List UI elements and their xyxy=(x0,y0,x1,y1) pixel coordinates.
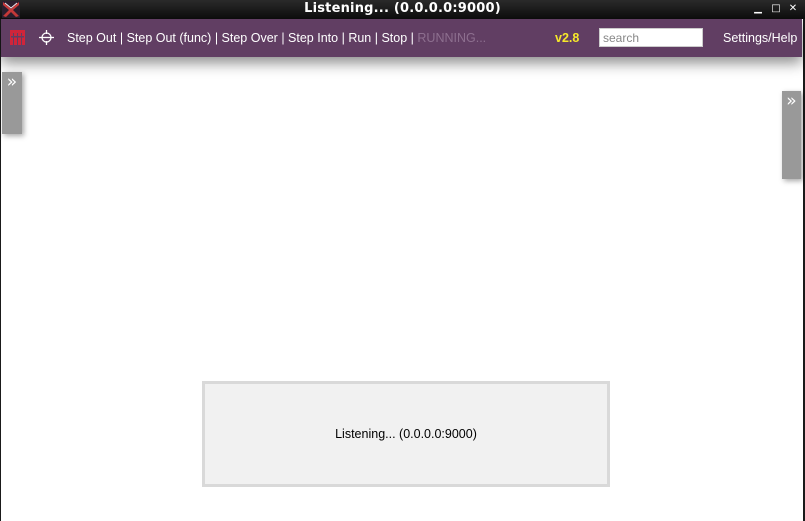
stop-button[interactable]: Stop xyxy=(381,31,407,45)
status-box: Listening... (0.0.0.0:9000) xyxy=(202,381,610,487)
window-title: Listening... (0.0.0.0:9000) xyxy=(304,1,501,16)
double-chevron-right-icon: » xyxy=(786,91,797,111)
run-button[interactable]: Run xyxy=(348,31,371,45)
separator: | xyxy=(119,31,127,45)
settings-help-link[interactable]: Settings/Help xyxy=(723,30,797,46)
crosshair-icon[interactable] xyxy=(39,30,54,45)
debugger-toolbar: Step Out | Step Out (func) | Step Over |… xyxy=(1,19,802,57)
separator: | xyxy=(214,31,222,45)
status-message: Listening... (0.0.0.0:9000) xyxy=(335,427,477,441)
right-panel-toggle[interactable]: » xyxy=(782,91,801,179)
step-over-button[interactable]: Step Over xyxy=(222,31,278,45)
double-chevron-right-icon: » xyxy=(6,72,18,92)
window-titlebar: Listening... (0.0.0.0:9000) ▁ □ ✕ xyxy=(0,0,805,19)
step-out-func-button[interactable]: Step Out (func) xyxy=(127,31,212,45)
run-status: RUNNING... xyxy=(417,31,487,45)
minimize-button[interactable]: ▁ xyxy=(752,3,764,15)
window-frame-left xyxy=(0,19,1,521)
step-into-button[interactable]: Step Into xyxy=(288,31,338,45)
left-panel-toggle[interactable]: » xyxy=(2,72,22,134)
version-label: v2.8 xyxy=(555,31,580,45)
maximize-button[interactable]: □ xyxy=(770,3,782,15)
close-button[interactable]: ✕ xyxy=(787,3,799,15)
app-logo-icon[interactable] xyxy=(10,30,26,45)
search-input[interactable] xyxy=(599,28,703,47)
debug-actions: Step Out | Step Out (func) | Step Over |… xyxy=(67,30,486,46)
step-out-button[interactable]: Step Out xyxy=(67,31,116,45)
